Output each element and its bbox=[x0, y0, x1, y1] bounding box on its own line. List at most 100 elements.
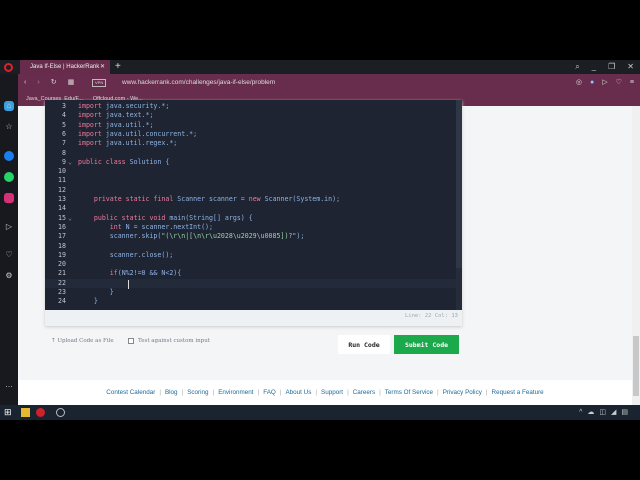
camera-icon[interactable]: ◎ bbox=[576, 74, 582, 92]
footer-link[interactable]: FAQ bbox=[263, 389, 276, 396]
code-token: } bbox=[78, 297, 98, 306]
code-text: public static void main(String[] args) { bbox=[78, 214, 253, 223]
custom-input-checkbox[interactable]: Test against custom input bbox=[128, 338, 210, 344]
line-number: 14 bbox=[58, 204, 66, 213]
messenger-icon[interactable] bbox=[4, 151, 14, 161]
code-editor[interactable]: 3 import java.security.*; 4 import java.tex… bbox=[45, 100, 462, 310]
more-icon[interactable]: … bbox=[4, 380, 14, 390]
code-line: 22 bbox=[45, 278, 462, 288]
cursor-position: Line: 22 Col: 13 bbox=[405, 313, 458, 319]
line-number: 5 bbox=[62, 120, 66, 129]
tab-active[interactable]: Java If-Else | HackerRank ✕ bbox=[20, 60, 110, 74]
opera-menu-icon[interactable] bbox=[4, 63, 13, 72]
url-input[interactable]: www.hackerrank.com/challenges/java-if-el… bbox=[122, 74, 275, 92]
footer-link[interactable]: Privacy Policy bbox=[443, 389, 482, 396]
bookmarks-icon[interactable]: ☆ bbox=[4, 122, 14, 132]
code-line: 8 bbox=[45, 149, 462, 158]
notification-icon[interactable]: ▤ bbox=[621, 405, 628, 420]
code-text: import java.util.regex.*; bbox=[78, 139, 177, 148]
file-explorer-icon[interactable] bbox=[21, 408, 30, 417]
separator: | bbox=[485, 389, 488, 396]
home-icon[interactable]: ⌂ bbox=[4, 101, 14, 111]
vpn-badge[interactable]: VPN bbox=[92, 79, 107, 87]
back-icon[interactable]: ‹ bbox=[24, 74, 26, 92]
line-number: 12 bbox=[58, 185, 66, 194]
code-text: } bbox=[78, 288, 114, 297]
submit-code-button[interactable]: Submit Code bbox=[394, 335, 459, 354]
code-line: 5 import java.util.*; bbox=[45, 121, 462, 130]
footer-link[interactable]: Terms Of Service bbox=[385, 389, 433, 396]
upload-code-link[interactable]: ⤒ Upload Code as File bbox=[51, 338, 114, 344]
line-number: 6 bbox=[62, 129, 66, 138]
separator: | bbox=[212, 389, 215, 396]
footer-link[interactable]: Contest Calendar bbox=[106, 389, 155, 396]
separator: | bbox=[159, 389, 161, 396]
code-token: int bbox=[109, 222, 126, 231]
window-controls: ⌕ _ ❐ ✕ bbox=[575, 60, 634, 74]
settings-icon[interactable]: ⚙ bbox=[4, 271, 14, 281]
code-text: if(N%2!=0 && N<2){ bbox=[78, 269, 181, 278]
send-icon[interactable]: ▷ bbox=[602, 74, 607, 92]
line-number: 11 bbox=[58, 176, 66, 185]
separator: | bbox=[181, 389, 184, 396]
custom-input-label: Test against custom input bbox=[138, 338, 210, 344]
checkbox[interactable] bbox=[128, 338, 134, 344]
code-token: N = scanner.nextInt(); bbox=[125, 222, 213, 231]
search-icon[interactable]: ⌕ bbox=[575, 60, 579, 74]
code-line: 24 } bbox=[45, 297, 462, 306]
footer-link[interactable]: About Us bbox=[285, 389, 311, 396]
code-token: private static final bbox=[93, 195, 178, 203]
tab-title: Java If-Else | HackerRank bbox=[30, 64, 100, 70]
separator: | bbox=[379, 389, 381, 396]
speed-dial-icon[interactable]: ▦ bbox=[68, 74, 75, 92]
footer-link[interactable]: Careers bbox=[353, 389, 375, 396]
shield-icon[interactable]: ● bbox=[590, 74, 594, 92]
cloud-icon[interactable]: ☁ bbox=[587, 405, 594, 420]
heart-icon[interactable]: ♡ bbox=[616, 74, 622, 92]
network-icon[interactable]: ◫ bbox=[599, 405, 606, 420]
line-number: 7 bbox=[62, 139, 66, 148]
chevron-up-icon[interactable]: ^ bbox=[579, 405, 582, 420]
run-code-button[interactable]: Run Code bbox=[338, 335, 390, 354]
new-tab-button[interactable]: + bbox=[115, 60, 121, 73]
footer-link[interactable]: Request a Feature bbox=[492, 389, 544, 396]
footer-link[interactable]: Environment bbox=[218, 389, 253, 396]
code-token: import bbox=[78, 102, 106, 110]
menu-icon[interactable]: ≡ bbox=[630, 74, 634, 92]
code-text: public class Solution { bbox=[78, 158, 169, 167]
forward-icon[interactable]: › bbox=[37, 74, 39, 92]
separator: | bbox=[257, 389, 260, 396]
editor-scrollbar[interactable] bbox=[456, 100, 462, 310]
code-text: import java.security.*; bbox=[78, 102, 169, 111]
windows-start-icon[interactable]: ⊞ bbox=[4, 408, 13, 417]
code-token: java.util.concurrent.*; bbox=[105, 129, 198, 138]
code-line: 14 bbox=[45, 204, 462, 213]
code-token: Solution { bbox=[129, 157, 170, 166]
footer-link[interactable]: Scoring bbox=[187, 389, 208, 396]
footer-link[interactable]: Blog bbox=[165, 389, 178, 396]
code-line: 18 bbox=[45, 242, 462, 251]
close-tab-icon[interactable]: ✕ bbox=[100, 60, 105, 74]
close-window-button[interactable]: ✕ bbox=[627, 60, 634, 74]
opera-taskbar-icon[interactable] bbox=[36, 408, 45, 417]
line-number: 23 bbox=[58, 288, 66, 296]
fold-chevron-icon[interactable]: ⌄ bbox=[68, 214, 72, 223]
instagram-icon[interactable] bbox=[4, 193, 14, 203]
footer-link[interactable]: Support bbox=[321, 389, 343, 396]
minimize-button[interactable]: _ bbox=[592, 60, 596, 74]
line-number: 24 bbox=[58, 297, 66, 306]
reload-icon[interactable]: ↻ bbox=[51, 74, 57, 92]
page-scrollbar[interactable] bbox=[632, 106, 640, 405]
footer-links: Contest Calendar | Blog | Scoring | Environmen… bbox=[18, 380, 632, 405]
whatsapp-icon[interactable] bbox=[4, 172, 14, 182]
system-tray: ^ ☁ ◫ ◢ ▤ bbox=[579, 405, 628, 420]
fold-chevron-icon[interactable]: ⌄ bbox=[68, 158, 72, 167]
heart-icon[interactable]: ♡ bbox=[4, 250, 14, 260]
volume-icon[interactable]: ◢ bbox=[611, 405, 616, 420]
app-taskbar-icon[interactable] bbox=[56, 408, 65, 417]
flow-icon[interactable]: ▷ bbox=[4, 222, 14, 232]
line-number: 15 bbox=[58, 213, 66, 222]
restore-button[interactable]: ❐ bbox=[608, 60, 615, 74]
